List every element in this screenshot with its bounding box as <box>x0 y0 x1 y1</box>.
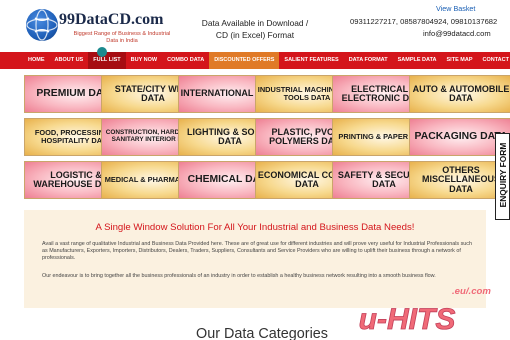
watermark-logo: u-HITS <box>358 303 456 333</box>
nav-combo-data[interactable]: COMBO DATA <box>162 52 209 69</box>
intro-panel: A Single Window Solution For All Your In… <box>24 210 486 308</box>
site-header: 99DataCD.com Biggest Range of Business &… <box>0 0 510 52</box>
nav-discounted-offers[interactable]: DISCOUNTED OFFERS <box>209 52 280 69</box>
nav-buy-now[interactable]: BUY NOW <box>126 52 162 69</box>
category-grid: PREMIUM DATA STATE/CITY WISE DATA INTERN… <box>24 75 510 199</box>
enquiry-form-label: ENQUIRY FORM <box>498 142 508 208</box>
phone-numbers: 09311227217, 08587804924, 09810137682 <box>350 17 498 26</box>
nav-sample-data[interactable]: SAMPLE DATA <box>393 52 442 69</box>
nav-salient-features[interactable]: SALIENT FEATURES <box>279 52 343 69</box>
category-tile[interactable]: AUTO & AUTOMOBILE DATA <box>409 75 510 113</box>
enquiry-form-tab[interactable]: ENQUIRY FORM <box>495 133 510 220</box>
logo-name[interactable]: 99DataCD.com <box>59 11 163 29</box>
section-heading: Our Data Categories <box>196 326 328 340</box>
intro-title: A Single Window Solution For All Your In… <box>95 222 415 233</box>
nav-site-map[interactable]: SITE MAP <box>442 52 478 69</box>
logo-tagline: Biggest Range of Business & Industrial D… <box>73 31 171 44</box>
globe-logo-icon[interactable] <box>26 9 58 41</box>
nav-full-list[interactable]: FULL LIST <box>88 52 126 69</box>
watermark-brand: u-HITS <box>359 303 456 333</box>
main-nav: HOME ABOUT US FULL LIST BUY NOW COMBO DA… <box>0 52 510 69</box>
category-label: AUTO & AUTOMOBILE DATA <box>412 83 510 103</box>
download-format-notice: Data Available in Download / CD (in Exce… <box>201 18 309 40</box>
nav-home[interactable]: HOME <box>23 52 50 69</box>
view-basket-link[interactable]: View Basket <box>436 4 475 13</box>
nav-data-format[interactable]: DATA FORMAT <box>344 52 393 69</box>
nav-contact-us[interactable]: CONTACT US <box>478 52 510 69</box>
intro-paragraph: Our endeavour is to bring together all t… <box>42 273 436 279</box>
nav-about-us[interactable]: ABOUT US <box>50 52 89 69</box>
category-label: PACKAGING DATA <box>414 130 508 142</box>
email-address[interactable]: info@99datacd.com <box>423 29 491 38</box>
cursor-dot-icon <box>97 47 107 57</box>
watermark-domain: .eu/.com <box>452 286 491 297</box>
intro-paragraph: Avail a vast range of qualitative Indust… <box>42 241 472 262</box>
